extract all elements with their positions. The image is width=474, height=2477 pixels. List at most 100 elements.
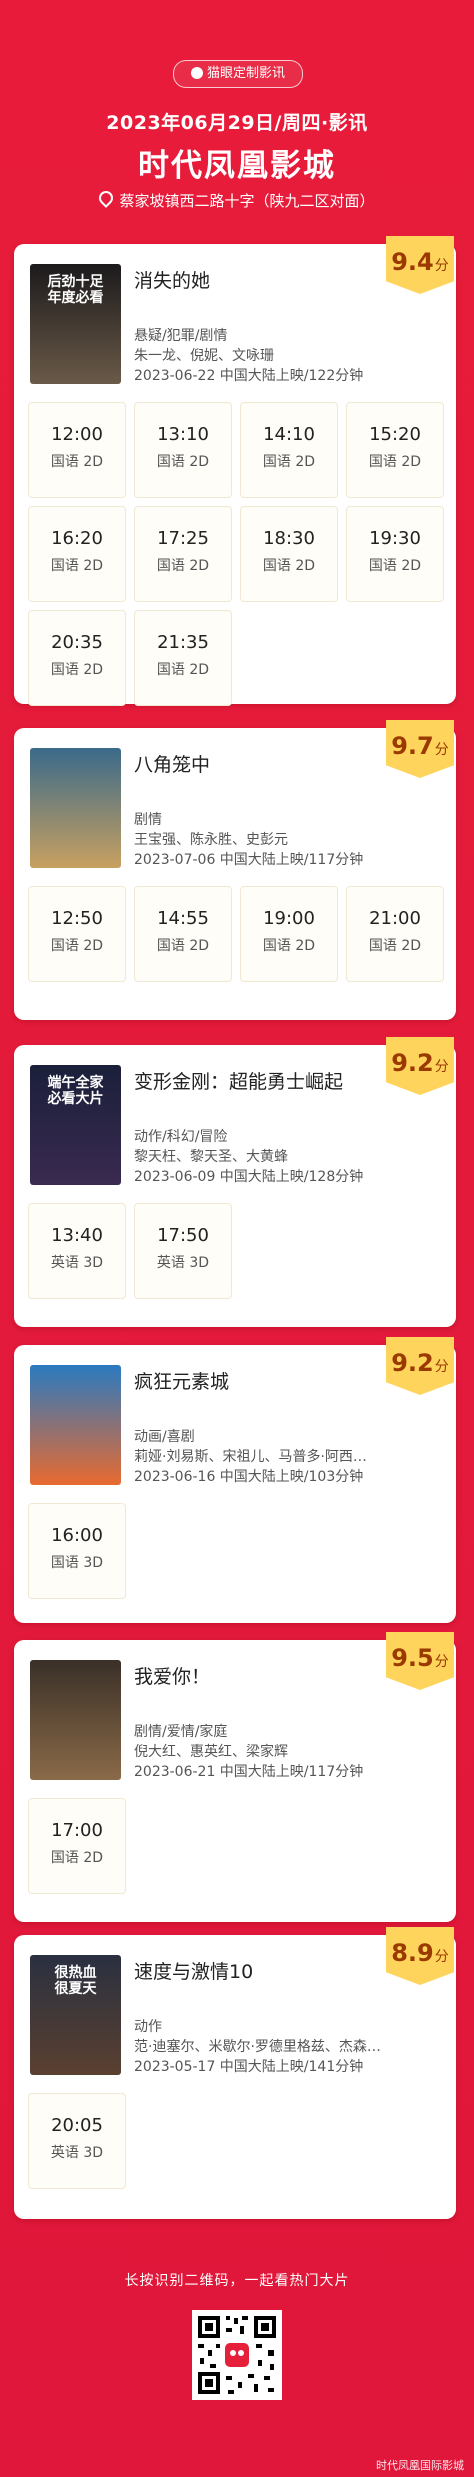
showtime-slot[interactable]: 18:30 国语 2D (240, 506, 338, 602)
score-badge: 9.5分 (386, 1632, 454, 1690)
movie-genre: 动作/科幻/冒险 (134, 1129, 228, 1145)
showtime-slot[interactable]: 16:20 国语 2D (28, 506, 126, 602)
movie-release: 2023-07-06 中国大陆上映/117分钟 (134, 852, 364, 868)
movie-cast: 黎天枉、黎天圣、大黄蜂 (134, 1149, 288, 1165)
movie-poster[interactable]: 端午全家 必看大片 (30, 1065, 121, 1185)
showtime-time: 21:35 (157, 632, 209, 653)
showtime-time: 12:50 (51, 908, 103, 929)
score-value: 9.2 (391, 1049, 434, 1077)
showtime-time: 17:00 (51, 1820, 103, 1841)
movie-title[interactable]: 疯狂元素城 (134, 1367, 229, 1394)
movie-poster[interactable]: 后劲十足 年度必看 (30, 264, 121, 384)
date-line: 2023年06月29日/周四·影讯 (106, 112, 368, 134)
movie-meta: 悬疑/犯罪/剧情 朱一龙、倪妮、文咏珊 2023-06-22 中国大陆上映/12… (134, 326, 363, 386)
showtime-format: 英语 3D (50, 1255, 104, 1271)
showtime-format: 国语 2D (156, 662, 210, 678)
score-badge: 9.2分 (386, 1037, 454, 1095)
movie-poster[interactable]: 很热血 很夏天 (30, 1955, 121, 2075)
movie-card[interactable]: 后劲十足 年度必看 消失的她 9.4分 悬疑/犯罪/剧情 朱一龙、倪妮、文咏珊 … (14, 236, 456, 706)
showtime-slot[interactable]: 12:00 国语 2D (28, 402, 126, 498)
showtime-time: 21:00 (369, 908, 421, 929)
showtime-format: 国语 2D (50, 558, 104, 574)
showtime-time: 15:20 (369, 424, 421, 445)
score-badge: 9.7分 (386, 720, 454, 778)
showtime-slot[interactable]: 17:25 国语 2D (134, 506, 232, 602)
movie-title[interactable]: 消失的她 (134, 266, 210, 293)
watermark-credit: 时代凤凰国际影城 (376, 2459, 464, 2472)
showtime-slot[interactable]: 13:10 国语 2D (134, 402, 232, 498)
score-value: 8.9 (391, 1939, 434, 1967)
movie-release: 2023-06-09 中国大陆上映/128分钟 (134, 1169, 364, 1185)
showtime-format: 国语 2D (368, 938, 422, 954)
score-unit: 分 (434, 1654, 449, 1670)
showtime-slot[interactable]: 14:10 国语 2D (240, 402, 338, 498)
score-unit: 分 (434, 1949, 449, 1965)
address-text: 蔡家坡镇西二路十字（陕九二区对面） (119, 192, 375, 210)
movie-genre: 动作 (134, 2019, 162, 2035)
movie-meta: 动画/喜剧 莉娅·刘易斯、宋祖儿、马普多·阿西… 2023-06-16 中国大陆… (134, 1427, 367, 1487)
qr-code-icon (192, 2310, 282, 2400)
movie-genre: 动画/喜剧 (134, 1429, 195, 1445)
score-badge: 9.4分 (386, 236, 454, 294)
movie-title[interactable]: 八角笼中 (134, 750, 210, 777)
movie-release: 2023-06-16 中国大陆上映/103分钟 (134, 1469, 364, 1485)
movie-card[interactable]: 很热血 很夏天 速度与激情10 8.9分 动作 范·迪塞尔、米歇尔·罗德里格兹、… (14, 1927, 456, 2219)
movie-release: 2023-06-22 中国大陆上映/122分钟 (134, 368, 364, 384)
movie-title[interactable]: 我爱你！ (134, 1662, 210, 1689)
score-badge: 9.2分 (386, 1337, 454, 1395)
poster-tagline: 后劲十足 年度必看 (47, 274, 104, 306)
movie-poster[interactable] (30, 1660, 121, 1780)
score-unit: 分 (434, 1359, 449, 1375)
showtime-format: 英语 3D (50, 2145, 104, 2161)
showtime-slot[interactable]: 13:40 英语 3D (28, 1203, 126, 1299)
location-pin-icon (96, 188, 117, 208)
showtime-format: 国语 2D (368, 558, 422, 574)
movie-meta: 剧情 王宝强、陈永胜、史彭元 2023-07-06 中国大陆上映/117分钟 (134, 810, 363, 870)
showtime-time: 16:20 (51, 528, 103, 549)
showtime-format: 国语 2D (50, 938, 104, 954)
showtime-format: 国语 2D (368, 454, 422, 470)
movie-cast: 倪大红、惠英红、梁家辉 (134, 1744, 288, 1760)
showtime-slot[interactable]: 19:00 国语 2D (240, 886, 338, 982)
movie-genre: 剧情 (134, 812, 162, 828)
movie-card[interactable]: 八角笼中 9.7分 剧情 王宝强、陈永胜、史彭元 2023-07-06 中国大陆… (14, 720, 456, 1020)
score-value: 9.2 (391, 1349, 434, 1377)
score-unit: 分 (434, 258, 449, 274)
showtime-slot[interactable]: 21:35 国语 2D (134, 610, 232, 706)
showtime-slot[interactable]: 20:05 英语 3D (28, 2093, 126, 2189)
score-value: 9.5 (391, 1644, 434, 1672)
movie-title[interactable]: 变形金刚：超能勇士崛起 (134, 1067, 343, 1094)
movie-poster[interactable] (30, 748, 121, 868)
showtime-time: 12:00 (51, 424, 103, 445)
showtime-time: 20:35 (51, 632, 103, 653)
badge-label: 猫眼定制影讯 (206, 66, 285, 81)
movie-card[interactable]: 疯狂元素城 9.2分 动画/喜剧 莉娅·刘易斯、宋祖儿、马普多·阿西… 2023… (14, 1337, 456, 1623)
movie-title[interactable]: 速度与激情10 (134, 1957, 253, 1984)
showtime-time: 20:05 (51, 2115, 103, 2136)
poster-tagline: 很热血 很夏天 (54, 1965, 97, 1997)
showtime-time: 17:25 (157, 528, 209, 549)
score-unit: 分 (434, 1059, 449, 1075)
showtime-time: 19:00 (263, 908, 315, 929)
address-line: 蔡家坡镇西二路十字（陕九二区对面） (0, 188, 474, 211)
showtime-time: 14:10 (263, 424, 315, 445)
showtime-format: 国语 2D (156, 558, 210, 574)
movie-poster[interactable] (30, 1365, 121, 1485)
showtime-slot[interactable]: 17:50 英语 3D (134, 1203, 232, 1299)
showtime-slot[interactable]: 19:30 国语 2D (346, 506, 444, 602)
footer: 长按识别二维码，一起看热门大片 (0, 2270, 474, 2400)
qr-code[interactable] (192, 2310, 282, 2400)
showtime-slot[interactable]: 21:00 国语 2D (346, 886, 444, 982)
showtime-slot[interactable]: 16:00 国语 3D (28, 1503, 126, 1599)
showtime-format: 英语 3D (156, 1255, 210, 1271)
movie-card[interactable]: 端午全家 必看大片 变形金刚：超能勇士崛起 9.2分 动作/科幻/冒险 黎天枉、… (14, 1037, 456, 1327)
showtime-slot[interactable]: 12:50 国语 2D (28, 886, 126, 982)
showtime-slot[interactable]: 17:00 国语 2D (28, 1798, 126, 1894)
showtime-time: 16:00 (51, 1525, 103, 1546)
showtime-slot[interactable]: 14:55 国语 2D (134, 886, 232, 982)
showtime-slot[interactable]: 20:35 国语 2D (28, 610, 126, 706)
score-value: 9.4 (391, 248, 434, 276)
showtime-slot[interactable]: 15:20 国语 2D (346, 402, 444, 498)
movie-release: 2023-06-21 中国大陆上映/117分钟 (134, 1764, 364, 1780)
movie-card[interactable]: 我爱你！ 9.5分 剧情/爱情/家庭 倪大红、惠英红、梁家辉 2023-06-2… (14, 1632, 456, 1922)
